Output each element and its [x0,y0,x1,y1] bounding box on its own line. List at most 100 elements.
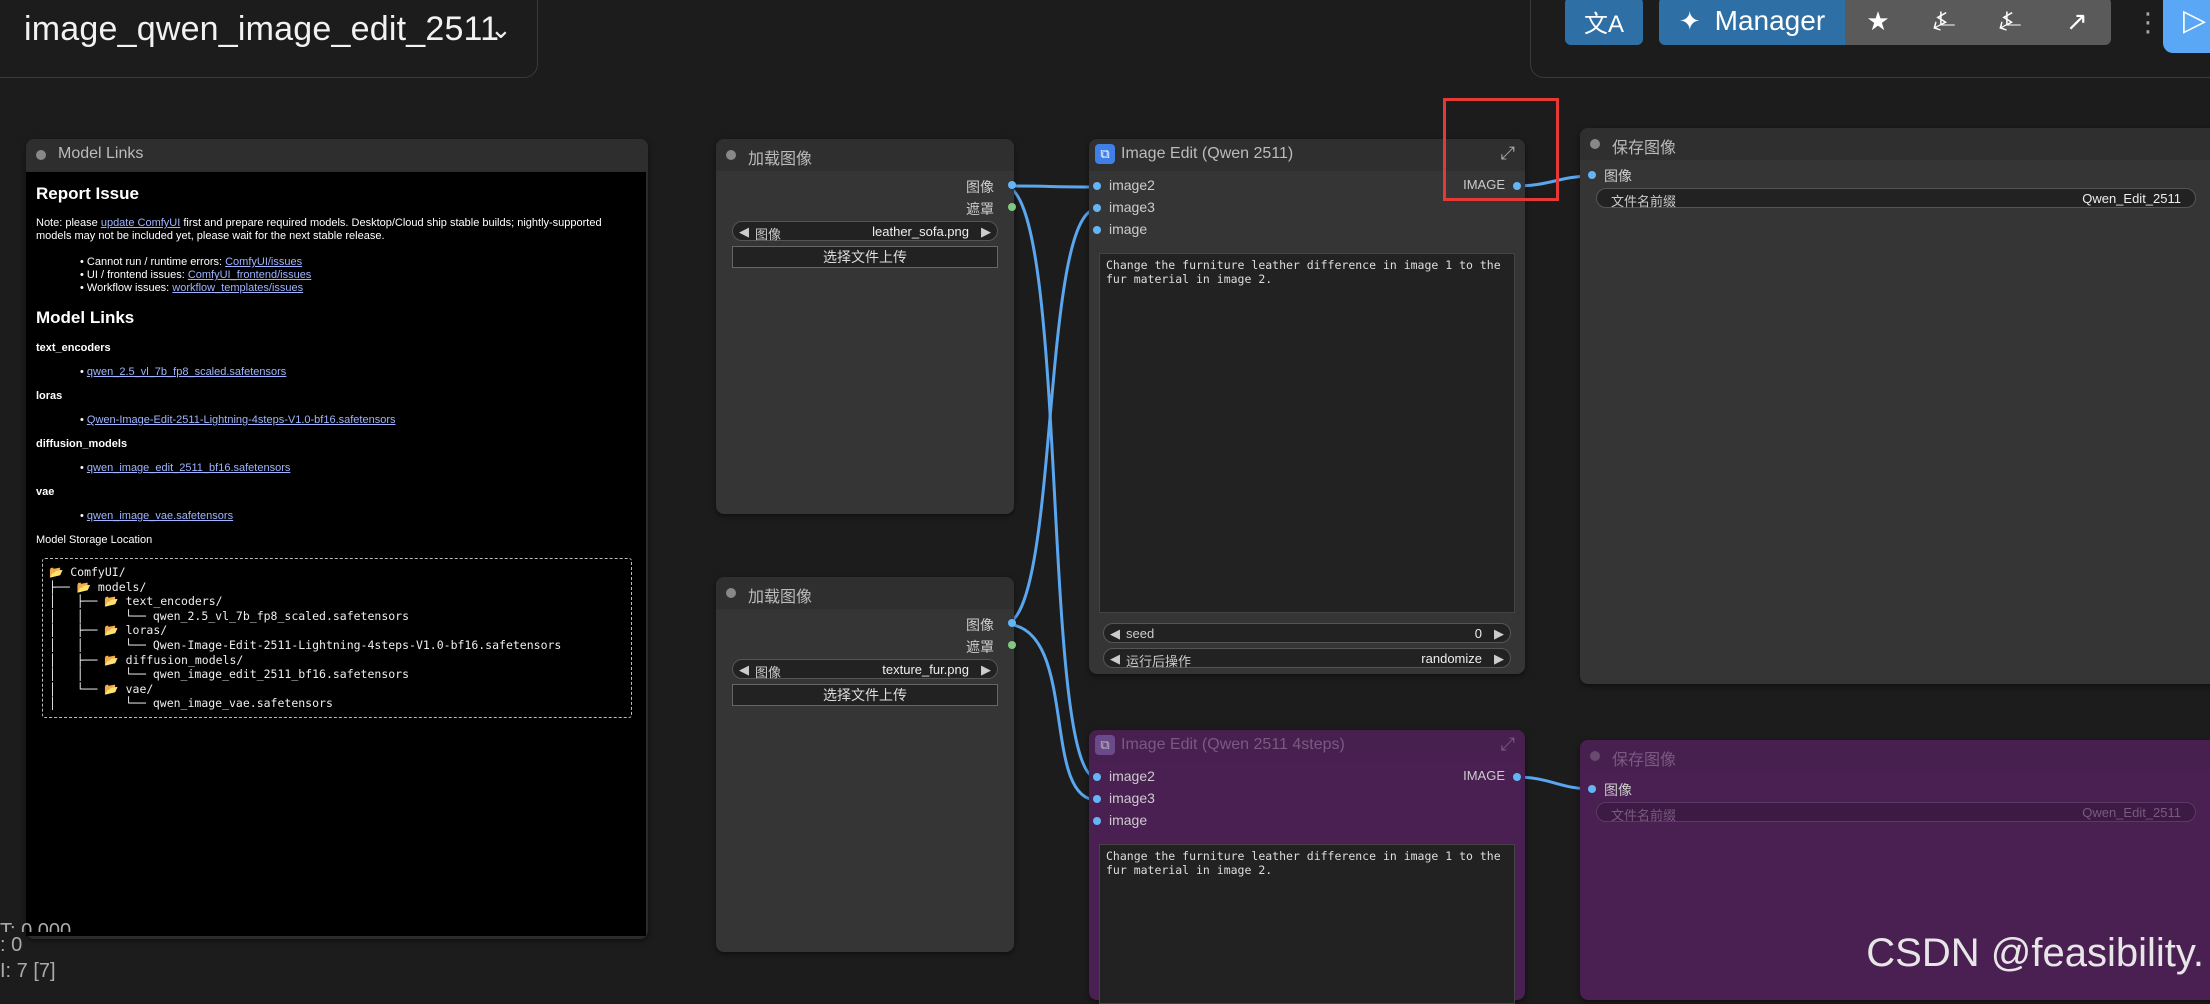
list-item: • Workflow issues: workflow_templates/is… [80,282,304,294]
arrow-right-icon[interactable]: ▶ [981,662,991,678]
storage-heading: Model Storage Location [36,534,153,546]
load-image-node-1[interactable]: 加载图像 图像 遮罩 ◀ 图像 leather_sofa.png ▶ 选择文件上… [716,139,1016,514]
issue-list: • Cannot run / runtime errors: ComfyUI/i… [80,256,311,295]
link-img1-edit4-image2 [1003,184,1098,780]
collapse-dot[interactable] [1590,139,1600,149]
subgraph-icon: ⧉ [1095,144,1115,164]
collapse-dot[interactable] [726,588,736,598]
widget-label: 文件名前缀 [1611,194,1677,209]
widget-label: 图像 [755,665,782,680]
expand-icon[interactable]: ⤢ [1501,734,1515,755]
widget-value: 0 [1474,626,1482,641]
subgraph-icon: ⧉ [1095,735,1115,755]
filename-prefix-input[interactable]: 文件名前缀 Qwen_Edit_2511 [1596,802,2196,823]
link-img2-edit4-image3 [1003,622,1098,802]
note-text: Note: please update ComfyUI first and pr… [36,217,626,243]
model-links-content: Report Issue Note: please update ComfyUI… [26,172,646,936]
group-name: text_encoders [36,342,111,354]
input-label: image2 [1109,177,1155,193]
arrow-left-icon[interactable]: ◀ [1110,626,1120,642]
update-comfyui-link[interactable]: update ComfyUI [101,217,180,229]
input-label: 图像 [1604,168,1632,184]
list-item: • qwen_image_vae.safetensors [80,510,234,522]
input-port[interactable] [1093,182,1101,190]
tree-line: │ └── qwen_image_vae.safetensors [49,696,333,711]
widget-label: seed [1126,626,1155,641]
image-select[interactable]: ◀ 图像 texture_fur.png ▶ [732,659,998,680]
tree-line: │ ├── 📂 diffusion_models/ [49,652,244,667]
issue-link[interactable]: workflow_templates/issues [172,282,303,294]
node-title: Model Links [58,145,144,162]
tree-line: │ ├── 📂 loras/ [49,623,168,638]
widget-value: randomize [1421,651,1482,666]
prompt-textarea[interactable]: Change the furniture leather difference … [1099,844,1515,1004]
widget-value: Qwen_Edit_2511 [2082,805,2181,820]
node-title: Image Edit (Qwen 2511 4steps) [1121,736,1345,753]
stat-line: I: 7 [7] [0,960,56,982]
input-port[interactable] [1588,171,1596,179]
upload-button[interactable]: 选择文件上传 [732,246,998,268]
models-heading: Model Links [36,308,135,327]
widget-value: leather_sofa.png [872,224,969,239]
seed-widget[interactable]: ◀ seed 0 ▶ [1103,623,1511,643]
issue-link[interactable]: ComfyUI/issues [225,256,302,268]
arrow-left-icon[interactable]: ◀ [1110,651,1120,667]
output-mask-label: 遮罩 [966,201,994,217]
highlight-box [1443,98,1559,201]
image-select[interactable]: ◀ 图像 leather_sofa.png ▶ [732,221,998,242]
image-edit-node[interactable]: ⧉ Image Edit (Qwen 2511) ⤢ image2 image3… [1089,139,1525,674]
node-title: 保存图像 [1612,752,1677,769]
tree-line: ├── 📂 models/ [49,579,147,594]
image-edit-4steps-node[interactable]: ⧉ Image Edit (Qwen 2511 4steps) ⤢ image2… [1089,730,1525,1004]
output-image-port[interactable] [1008,181,1016,189]
list-item: • qwen_image_edit_2511_bf16.safetensors [80,462,291,474]
output-port[interactable] [1513,773,1521,781]
output-label: IMAGE [1463,768,1505,783]
list-item: • qwen_2.5_vl_7b_fp8_scaled.safetensors [80,366,287,378]
collapse-dot[interactable] [1590,751,1600,761]
model-link[interactable]: qwen_image_vae.safetensors [87,510,233,522]
stat-line: T: 0.000 [0,920,72,932]
report-heading: Report Issue [36,184,139,203]
node-title: Image Edit (Qwen 2511) [1121,145,1294,162]
tree-line: 📂 ComfyUI/ [49,565,126,579]
input-port[interactable] [1093,817,1101,825]
input-port[interactable] [1093,795,1101,803]
upload-button[interactable]: 选择文件上传 [732,684,998,706]
collapse-dot[interactable] [36,150,46,160]
widget-value: Qwen_Edit_2511 [2082,191,2181,206]
collapse-dot[interactable] [726,150,736,160]
arrow-right-icon[interactable]: ▶ [1494,626,1504,642]
control-after-generate[interactable]: ◀ 运行后操作 randomize ▶ [1103,648,1511,669]
prompt-textarea[interactable]: Change the furniture leather difference … [1099,253,1515,613]
load-image-node-2[interactable]: 加载图像 图像 遮罩 ◀ 图像 texture_fur.png ▶ 选择文件上传 [716,577,1016,952]
node-title: 保存图像 [1612,140,1677,157]
input-port[interactable] [1093,204,1101,212]
input-label: image [1109,812,1148,828]
save-image-node-1[interactable]: 保存图像 图像 文件名前缀 Qwen_Edit_2511 [1580,128,2210,684]
arrow-left-icon[interactable]: ◀ [739,224,749,240]
model-link[interactable]: Qwen-Image-Edit-2511-Lightning-4steps-V1… [87,414,396,426]
issue-link[interactable]: ComfyUI_frontend/issues [188,269,312,281]
filename-prefix-input[interactable]: 文件名前缀 Qwen_Edit_2511 [1596,188,2196,209]
tree-line: │ │ └── qwen_image_edit_2511_bf16.safete… [49,667,410,682]
arrow-left-icon[interactable]: ◀ [739,662,749,678]
widget-value: texture_fur.png [882,662,969,677]
arrow-right-icon[interactable]: ▶ [1494,651,1504,667]
output-mask-port[interactable] [1008,203,1016,211]
input-port[interactable] [1588,785,1596,793]
tree-line: │ └── 📂 vae/ [49,681,154,696]
output-mask-port[interactable] [1008,641,1016,649]
widget-label: 图像 [755,227,782,242]
input-label: image [1109,221,1148,237]
output-image-label: 图像 [966,179,994,195]
watermark: CSDN @feasibility. [1866,931,2204,975]
input-port[interactable] [1093,226,1101,234]
arrow-right-icon[interactable]: ▶ [981,224,991,240]
output-image-port[interactable] [1008,619,1016,627]
input-port[interactable] [1093,773,1101,781]
model-link[interactable]: qwen_2.5_vl_7b_fp8_scaled.safetensors [87,366,286,378]
list-item: • Cannot run / runtime errors: ComfyUI/i… [80,256,303,268]
model-link[interactable]: qwen_image_edit_2511_bf16.safetensors [87,462,290,474]
tree-line: │ ├── 📂 text_encoders/ [49,594,223,609]
